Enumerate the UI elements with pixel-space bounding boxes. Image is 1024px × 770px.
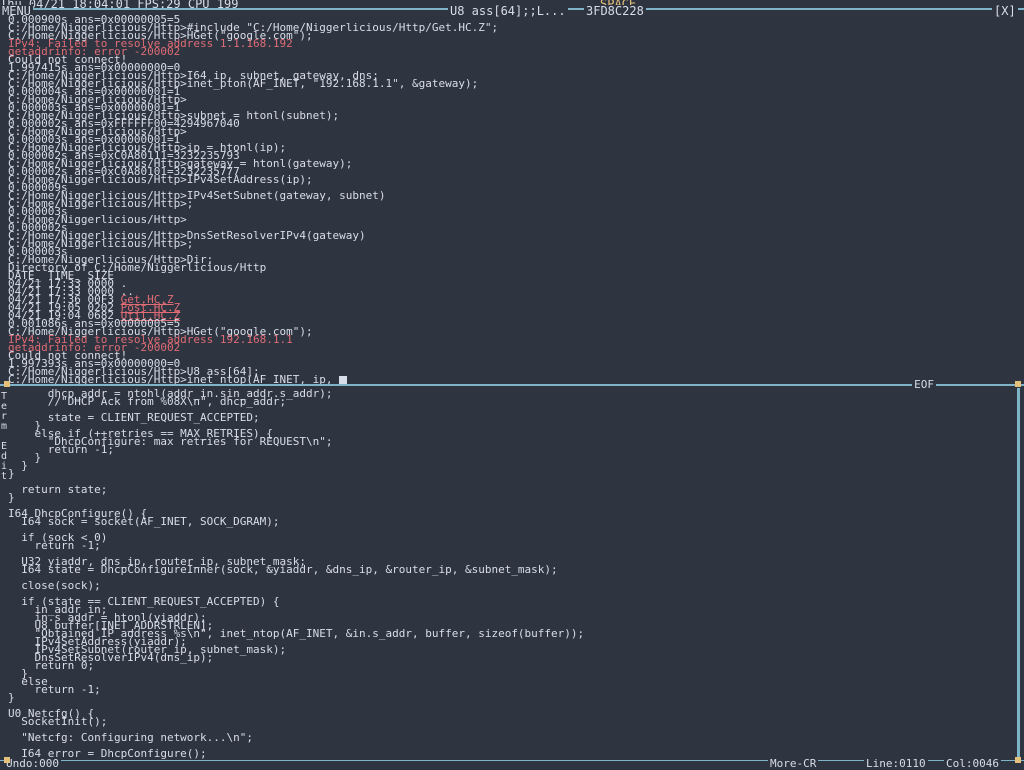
code-line: return state; (8, 483, 108, 496)
editor-pane[interactable]: dhcp_addr = ntohl(addr_in.sin_addr.s_add… (8, 388, 1016, 760)
code-line: } (8, 459, 28, 472)
code-line: SocketInit(); (8, 715, 108, 728)
code-line: } (8, 667, 28, 680)
right-corner-handle[interactable] (1015, 381, 1021, 387)
code-line: } (8, 467, 15, 480)
code-line: I64 state = DhcpConfigureInner(sock, &yi… (8, 563, 558, 576)
terminal-pane[interactable]: 0.000900s ans=0x00000005=5 C:/Home/Nigger… (0, 14, 1024, 385)
code-line: close(sock); (8, 579, 101, 592)
terminal-line: C:/Home/Niggerlicious/Http>IPv4SetAddres… (8, 174, 498, 185)
code-line: state = CLIENT_REQUEST_ACCEPTED; (8, 411, 260, 424)
code-content: dhcp_addr = ntohl(addr_in.sin_addr.s_add… (8, 388, 584, 760)
terminal-line: C:/Home/Niggerlicious/Http> (8, 214, 498, 225)
bottom-right-corner-handle[interactable] (1015, 757, 1021, 763)
side-tab-term-edit[interactable]: Term Edit (0, 392, 8, 482)
bottom-left-corner-handle[interactable] (4, 757, 10, 763)
code-line: return -1; (8, 539, 101, 552)
terminal-line: C:/Home/Niggerlicious/Http>inet_ntop(AF_… (8, 374, 498, 385)
terminal-output: 0.000900s ans=0x00000005=5 C:/Home/Nigger… (8, 14, 498, 385)
code-line: DnsSetResolverIPv4(dns_ip); (8, 651, 214, 664)
vertical-scrollbar[interactable] (1017, 388, 1020, 760)
code-line: return -1; (8, 683, 101, 696)
text-cursor (339, 376, 348, 384)
code-line: I64 error = DhcpConfigure(); (8, 747, 207, 760)
eof-label: EOF (912, 378, 936, 391)
code-line: "Netcfg: Configuring network...\n"; (8, 731, 254, 744)
side-tab-letter: t (0, 471, 8, 482)
code-line: I64 sock = socket(AF_INET, SOCK_DGRAM); (8, 515, 280, 528)
